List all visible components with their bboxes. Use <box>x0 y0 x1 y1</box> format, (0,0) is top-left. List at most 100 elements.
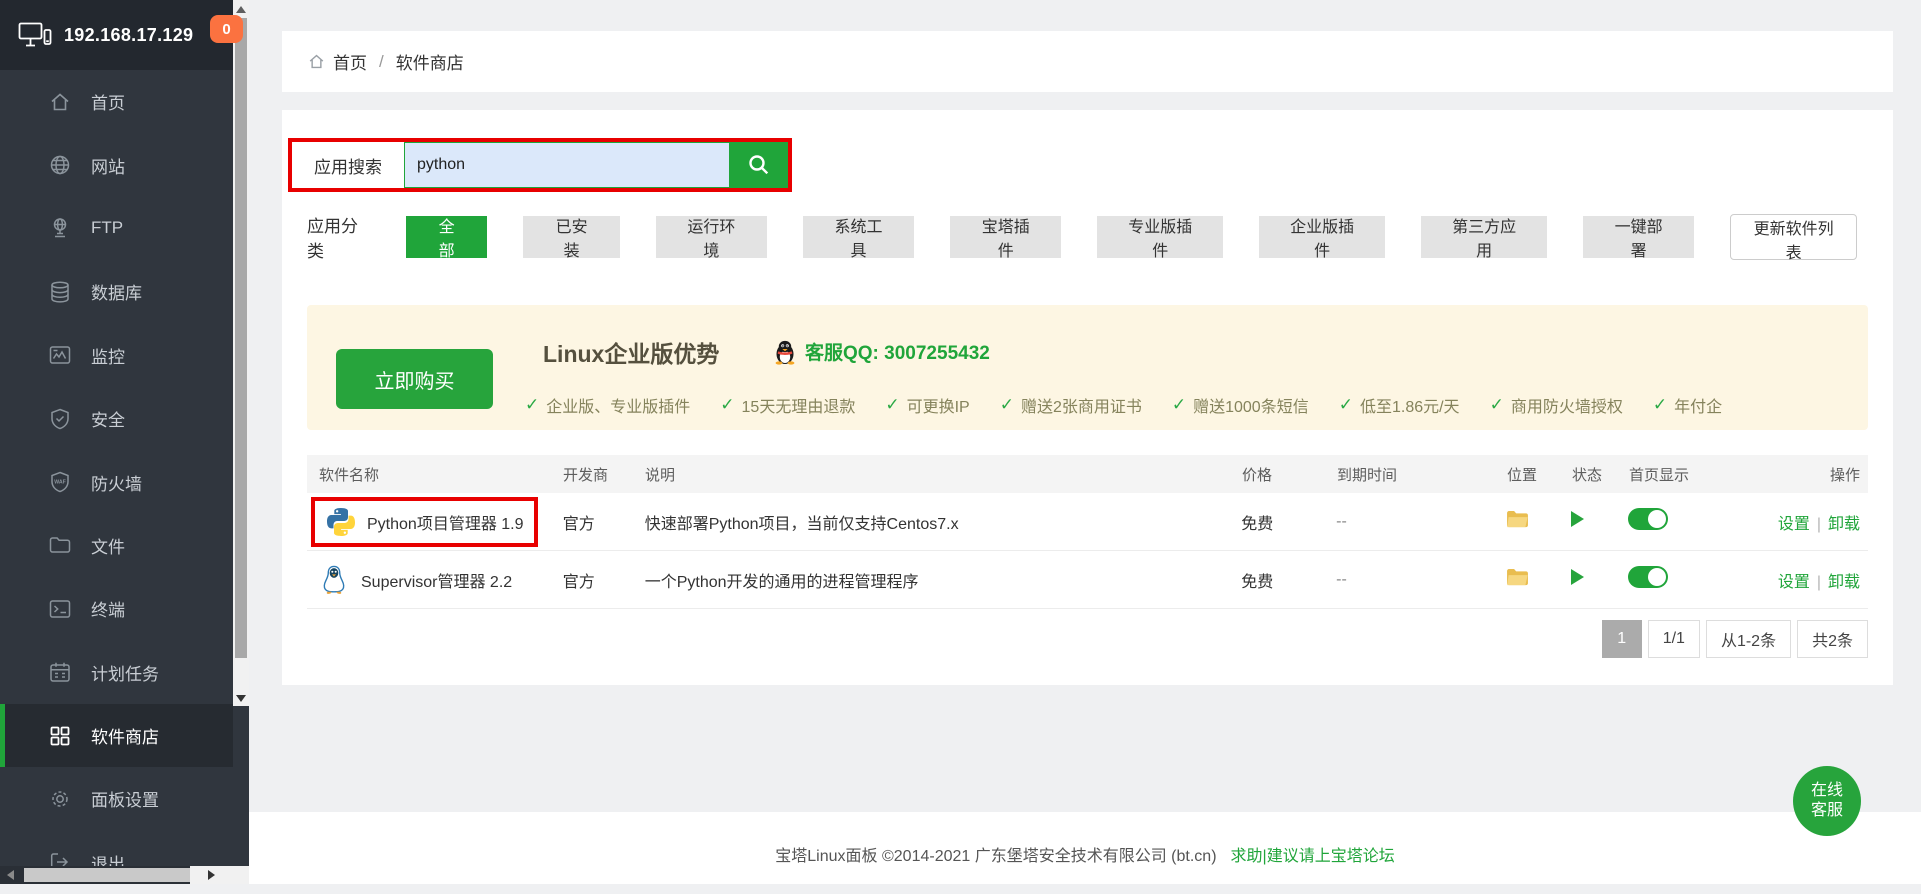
settings-link[interactable]: 设置 <box>1778 516 1810 533</box>
description: 一个Python开发的通用的进程管理程序 <box>645 568 1242 592</box>
sidebar-item-monitor[interactable]: 监控 <box>0 324 233 387</box>
gear-icon <box>47 786 73 812</box>
buy-now-button[interactable]: 立即购买 <box>336 349 493 409</box>
waf-shield-icon: WAF <box>47 469 73 495</box>
search-input[interactable] <box>404 142 730 188</box>
feature-item: ✓企业版、专业版插件 <box>525 393 690 417</box>
folder-icon <box>47 532 73 558</box>
check-icon: ✓ <box>525 395 539 415</box>
qq-penguin-icon <box>773 339 797 365</box>
horizontal-scrollbar-thumb[interactable] <box>24 868 190 882</box>
footer: 宝塔Linux面板 ©2014-2021 广东堡塔安全技术有限公司 (bt.cn… <box>249 812 1921 884</box>
open-folder-icon[interactable] <box>1506 568 1529 587</box>
software-name[interactable]: Python项目管理器 1.9 <box>367 510 524 534</box>
horizontal-scrollbar-track-right[interactable] <box>190 866 249 884</box>
category-all[interactable]: 全部 <box>406 216 488 258</box>
ftp-globe-stand-icon <box>47 215 73 241</box>
feature-item: ✓年付企 <box>1653 393 1722 417</box>
sidebar-item-firewall[interactable]: WAF 防火墙 <box>0 450 233 513</box>
breadcrumb-home-icon <box>307 52 326 71</box>
feature-item: ✓可更换IP <box>885 393 969 417</box>
sidebar-item-security[interactable]: 安全 <box>0 387 233 450</box>
banner-title: Linux企业版优势 <box>543 335 719 369</box>
breadcrumb-home-link[interactable]: 首页 <box>333 49 367 74</box>
uninstall-link[interactable]: 卸载 <box>1828 516 1860 533</box>
category-system-tools[interactable]: 系统工具 <box>803 216 914 258</box>
scroll-up-arrow-icon[interactable] <box>236 6 246 13</box>
running-status-icon[interactable] <box>1571 511 1584 527</box>
category-enterprise-plugins[interactable]: 企业版插件 <box>1259 216 1385 258</box>
sidebar-item-cron[interactable]: 计划任务 <box>0 641 233 704</box>
search-label: 应用搜索 <box>292 153 404 178</box>
check-icon: ✓ <box>1653 395 1667 415</box>
feature-item: ✓商用防火墙授权 <box>1490 393 1623 417</box>
description: 快速部署Python项目，当前仅支持Centos7.x <box>645 510 1242 534</box>
sidebar-item-logout[interactable]: 退出 <box>0 831 233 894</box>
search-annotation-box: 应用搜索 <box>288 138 792 192</box>
server-ip: 192.168.17.129 <box>64 25 193 46</box>
price: 免费 <box>1241 568 1336 592</box>
category-runtime[interactable]: 运行环境 <box>656 216 767 258</box>
page-of-indicator: 1/1 <box>1648 620 1700 658</box>
search-button[interactable] <box>730 142 788 188</box>
vertical-scrollbar-thumb[interactable] <box>235 18 247 658</box>
software-name[interactable]: Supervisor管理器 2.2 <box>361 568 512 592</box>
banner-qq: 客服QQ: 3007255432 <box>773 338 990 365</box>
uninstall-link[interactable]: 卸载 <box>1828 574 1860 591</box>
page-range-indicator: 从1-2条 <box>1706 620 1791 658</box>
running-status-icon[interactable] <box>1571 569 1584 585</box>
expire-date: -- <box>1336 571 1506 589</box>
search-icon <box>746 152 772 178</box>
check-icon: ✓ <box>1000 395 1014 415</box>
scroll-right-arrow-icon[interactable] <box>208 870 215 880</box>
expire-date: -- <box>1336 513 1506 531</box>
online-support-button[interactable]: 在线 客服 <box>1793 766 1861 836</box>
forum-link[interactable]: 求助|建议请上宝塔论坛 <box>1231 842 1395 866</box>
check-icon: ✓ <box>1490 395 1504 415</box>
check-icon: ✓ <box>885 395 899 415</box>
settings-link[interactable]: 设置 <box>1778 574 1810 591</box>
category-one-click[interactable]: 一键部署 <box>1583 216 1694 258</box>
home-display-toggle[interactable] <box>1628 508 1668 530</box>
scroll-down-arrow-icon[interactable] <box>236 695 246 702</box>
sidebar-item-home[interactable]: 首页 <box>0 70 233 133</box>
horizontal-scrollbar[interactable] <box>0 866 249 884</box>
sidebar-item-ftp[interactable]: FTP <box>0 197 233 260</box>
check-icon: ✓ <box>1172 395 1186 415</box>
sidebar-item-terminal[interactable]: 终端 <box>0 577 233 640</box>
grid-icon <box>47 723 73 749</box>
message-count-badge[interactable]: 0 <box>210 15 243 43</box>
copyright-text: 宝塔Linux面板 ©2014-2021 广东堡塔安全技术有限公司 (bt.cn… <box>775 842 1216 866</box>
page-number-button[interactable]: 1 <box>1602 620 1642 658</box>
python-manager-annotation-box[interactable]: Python项目管理器 1.9 <box>311 497 538 547</box>
sidebar-item-app-store[interactable]: 软件商店 <box>0 704 233 767</box>
action-separator: | <box>1817 574 1821 591</box>
check-icon: ✓ <box>720 395 734 415</box>
check-icon: ✓ <box>1339 395 1353 415</box>
category-label: 应用分类 <box>307 212 370 262</box>
category-pro-plugins[interactable]: 专业版插件 <box>1097 216 1223 258</box>
sidebar-item-files[interactable]: 文件 <box>0 514 233 577</box>
app-store-panel: 应用搜索 应用分类 全部 已安装 运行环境 系统工具 宝塔插件 专业版插件 企业… <box>282 110 1893 685</box>
open-folder-icon[interactable] <box>1506 510 1529 529</box>
category-row: 应用分类 全部 已安装 运行环境 系统工具 宝塔插件 专业版插件 企业版插件 第… <box>307 212 1875 262</box>
table-row: Supervisor管理器 2.2 官方 一个Python开发的通用的进程管理程… <box>307 551 1868 609</box>
category-bt-plugins[interactable]: 宝塔插件 <box>950 216 1061 258</box>
category-installed[interactable]: 已安装 <box>523 216 619 258</box>
python-logo-icon <box>325 506 357 538</box>
update-software-list-button[interactable]: 更新软件列表 <box>1730 214 1857 260</box>
sidebar-item-website[interactable]: 网站 <box>0 133 233 196</box>
feature-item: ✓赠送1000条短信 <box>1172 393 1309 417</box>
breadcrumb-separator: / <box>379 52 384 72</box>
sidebar-vertical-scrollbar[interactable] <box>233 0 249 706</box>
home-display-toggle[interactable] <box>1628 566 1668 588</box>
sidebar-item-database[interactable]: 数据库 <box>0 260 233 323</box>
tux-penguin-icon <box>319 564 351 596</box>
feature-item: ✓赠送2张商用证书 <box>1000 393 1142 417</box>
sidebar-item-panel-settings[interactable]: 面板设置 <box>0 767 233 830</box>
supervisor-manager-name[interactable]: Supervisor管理器 2.2 <box>319 564 512 596</box>
category-third-party[interactable]: 第三方应用 <box>1421 216 1547 258</box>
chart-monitor-icon <box>47 342 73 368</box>
database-icon <box>47 279 73 305</box>
scroll-left-arrow-icon[interactable] <box>7 870 14 880</box>
